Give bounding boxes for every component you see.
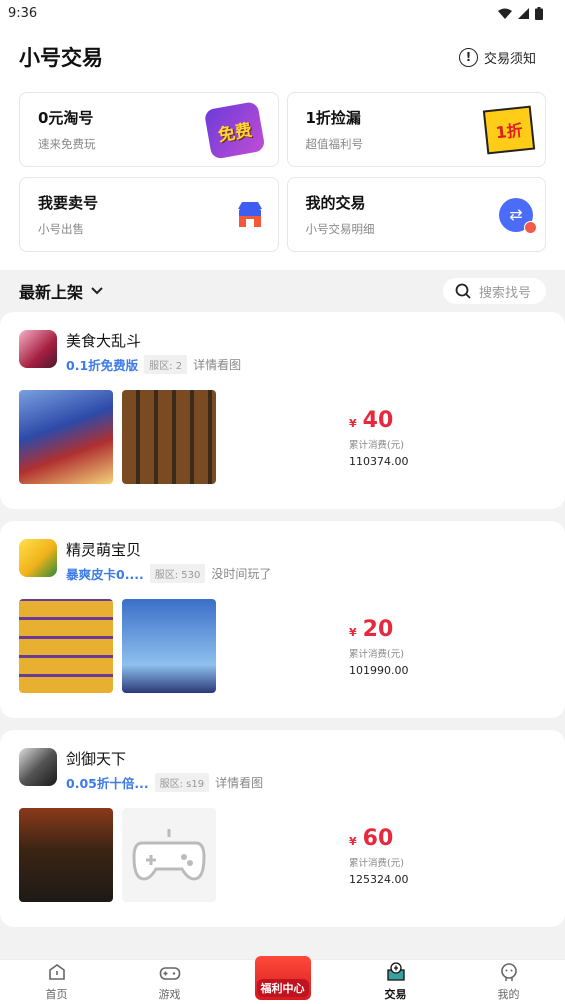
card-title: 我要卖号 [38, 194, 99, 212]
tab-games[interactable]: 游戏 [130, 964, 210, 1002]
status-time: 9:36 [8, 5, 38, 21]
screenshot-thumbnail[interactable] [122, 599, 216, 693]
list-item[interactable]: 美食大乱斗 0.1折免费版 服区: 2 详情看图 ¥40 累计消费(元) 110… [0, 312, 565, 509]
game-title: 美食大乱斗 [66, 332, 142, 350]
feature-cards: 0元淘号 速来免费玩 免费 1折捡漏 超值福利号 1折 我要卖号 小号出售 我的… [19, 92, 546, 252]
screenshot-thumbnail[interactable] [122, 390, 216, 484]
home-icon [48, 964, 65, 980]
promo-label: 0.1折免费版 [66, 358, 139, 373]
status-bar: 9:36 [0, 0, 565, 26]
promo-label: 暴爽皮卡0.... [66, 567, 144, 582]
server-badge: 服区: 2 [144, 355, 188, 374]
free-badge-icon: 免费 [203, 100, 266, 160]
game-title: 精灵萌宝贝 [66, 541, 142, 559]
listing-desc: 详情看图 [193, 358, 242, 372]
page-title: 小号交易 [19, 46, 103, 70]
search-input[interactable]: 搜索找号 [443, 278, 546, 304]
card-subtitle: 小号交易明细 [305, 222, 375, 236]
card-free-accounts[interactable]: 0元淘号 速来免费玩 免费 [19, 92, 279, 167]
filter-bar: 最新上架 搜索找号 [0, 270, 565, 312]
card-discount-accounts[interactable]: 1折捡漏 超值福利号 1折 [286, 92, 546, 167]
tab-home[interactable]: 首页 [17, 962, 97, 1002]
currency-symbol: ¥ [349, 417, 357, 430]
trade-notice-button[interactable]: ! 交易须知 [458, 47, 536, 67]
game-title: 剑御天下 [66, 750, 127, 768]
header: 小号交易 ! 交易须知 [19, 26, 546, 88]
game-icon [19, 330, 57, 368]
tab-label: 首页 [45, 988, 68, 1001]
list-item[interactable]: 精灵萌宝贝 暴爽皮卡0.... 服区: 530 没时间玩了 ¥20 累计消费(元… [0, 521, 565, 718]
price-value: 20 [362, 617, 394, 642]
cumulative-label: 累计消费(元) [349, 649, 404, 660]
currency-symbol: ¥ [349, 626, 357, 639]
sort-label: 最新上架 [19, 283, 84, 302]
cumulative-value: 125324.00 [349, 873, 409, 886]
promo-label: 0.05折十倍... [66, 776, 149, 791]
trade-notice-label: 交易须知 [483, 51, 536, 67]
discount-badge-label: 1折 [494, 120, 524, 142]
currency-symbol: ¥ [349, 835, 357, 848]
discount-badge-icon: 1折 [482, 105, 536, 154]
bottom-tab-bar: 首页 游戏 福利中心 交易 我的 [0, 956, 565, 1004]
tab-label: 游戏 [158, 988, 181, 1001]
tab-label: 交易 [384, 988, 407, 1001]
listing-list: 美食大乱斗 0.1折免费版 服区: 2 详情看图 ¥40 累计消费(元) 110… [0, 312, 565, 927]
swap-icon: ⇄ [499, 197, 537, 234]
trade-icon [386, 962, 405, 981]
card-sell-account[interactable]: 我要卖号 小号出售 [19, 177, 279, 252]
card-subtitle: 小号出售 [38, 222, 84, 236]
card-my-trades[interactable]: 我的交易 小号交易明细 ⇄ [286, 177, 546, 252]
listing-desc: 没时间玩了 [211, 567, 272, 581]
server-badge: 服区: s19 [154, 773, 210, 792]
game-icon [19, 748, 57, 786]
gamepad-icon [159, 967, 180, 980]
tab-label: 福利中心 [256, 979, 309, 997]
tab-welfare[interactable]: 福利中心 [243, 942, 323, 1002]
gamepad-placeholder-icon [122, 808, 216, 902]
price-value: 60 [362, 826, 394, 851]
cumulative-value: 101990.00 [349, 664, 409, 677]
price: ¥20 [349, 617, 409, 642]
chevron-down-icon [91, 287, 103, 295]
list-item[interactable]: 剑御天下 0.05折十倍... 服区: s19 详情看图 ¥60 累计消费(元)… [0, 730, 565, 927]
top-section: 小号交易 ! 交易须知 0元淘号 速来免费玩 免费 1折捡漏 超值福利号 1折 … [0, 26, 565, 270]
shop-icon [237, 201, 262, 227]
game-icon [19, 539, 57, 577]
gift-icon: 福利中心 [254, 956, 311, 1000]
cumulative-label: 累计消费(元) [349, 858, 404, 869]
server-badge: 服区: 530 [149, 564, 206, 583]
status-icons [498, 6, 543, 20]
cumulative-value: 110374.00 [349, 455, 409, 468]
search-icon [455, 283, 471, 299]
screenshot-thumbnail[interactable] [19, 390, 113, 484]
wifi-icon [498, 8, 512, 19]
card-title: 我的交易 [305, 194, 366, 212]
tab-label: 我的 [497, 988, 520, 1001]
screenshot-thumbnail[interactable] [19, 808, 113, 902]
tab-profile[interactable]: 我的 [469, 962, 549, 1002]
sort-dropdown[interactable]: 最新上架 [19, 279, 103, 303]
cumulative-label: 累计消费(元) [349, 440, 404, 451]
user-icon [500, 963, 517, 981]
listing-desc: 详情看图 [215, 776, 264, 790]
battery-icon [535, 6, 543, 20]
tab-trade[interactable]: 交易 [356, 962, 436, 1002]
price-value: 40 [362, 408, 394, 433]
free-badge-label: 免费 [216, 119, 254, 146]
signal-icon [518, 7, 529, 19]
screenshot-thumbnail[interactable] [19, 599, 113, 693]
price: ¥60 [349, 826, 409, 851]
price: ¥40 [349, 408, 409, 433]
search-placeholder: 搜索找号 [479, 285, 532, 301]
info-icon: ! [458, 47, 478, 67]
